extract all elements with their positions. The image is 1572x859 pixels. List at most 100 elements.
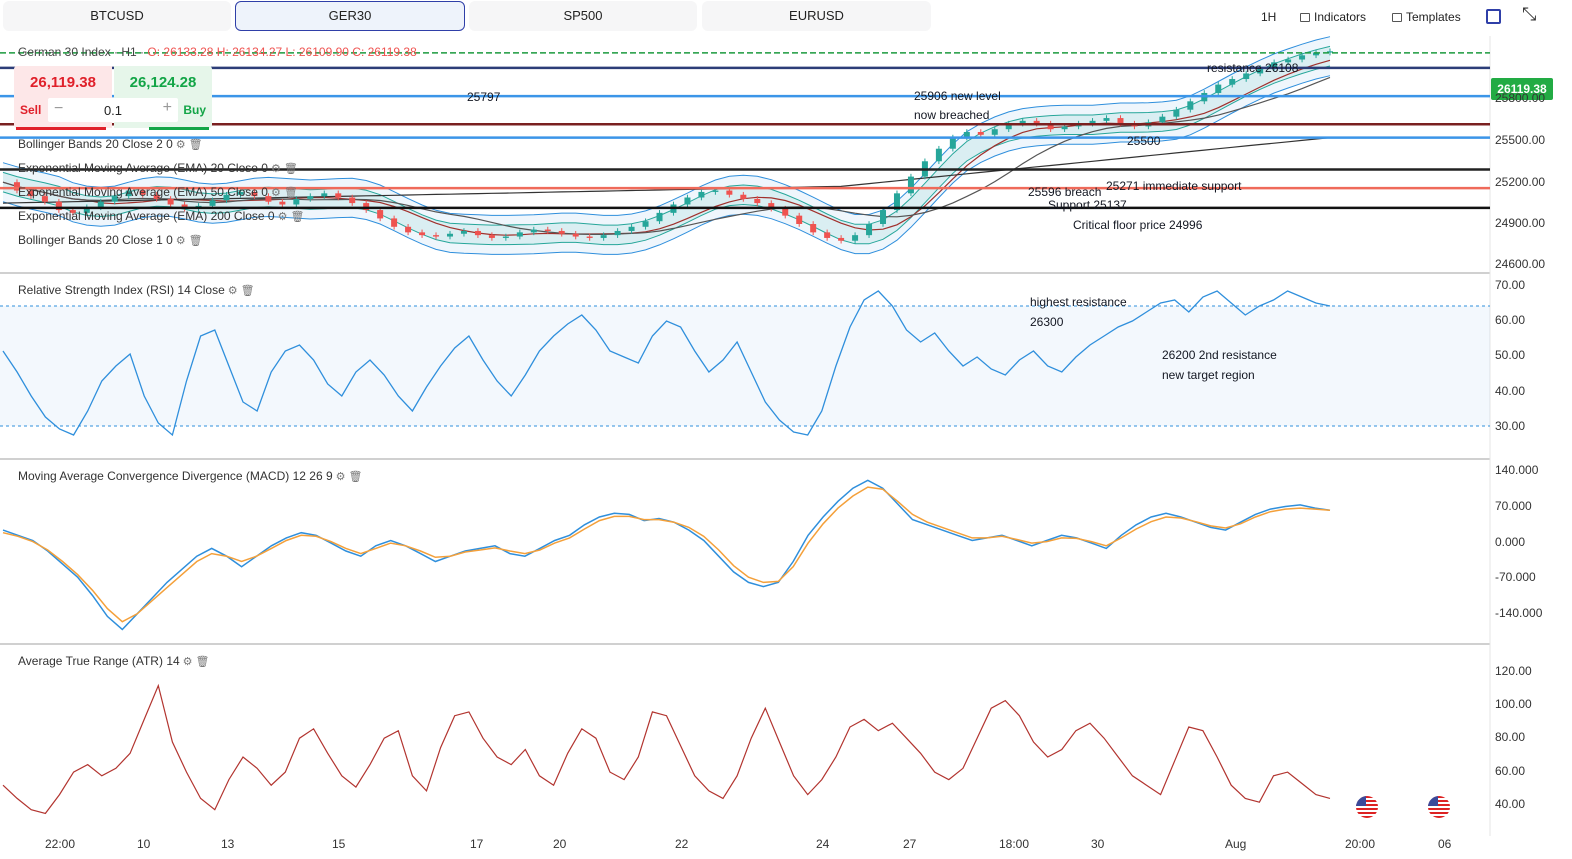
sell-button[interactable]: Sell: [20, 103, 41, 117]
sell-price[interactable]: 26,119.38: [14, 74, 112, 91]
candle-body: [614, 230, 621, 236]
quantity-plus-button[interactable]: +: [163, 99, 172, 117]
delete-icon[interactable]: 🗑: [290, 211, 304, 223]
rsi-axis-label: 50.00: [1495, 348, 1526, 362]
indicator-ema20[interactable]: Exponential Moving Average (EMA) 20 Clos…: [18, 161, 298, 175]
quantity-input[interactable]: 0.1: [48, 103, 178, 118]
indicator-name: Moving Average Convergence Divergence (M…: [18, 469, 290, 483]
tab-btcusd[interactable]: BTCUSD: [3, 1, 231, 31]
settings-icon[interactable]: ⚙: [176, 139, 186, 151]
candle-body: [1173, 109, 1180, 117]
indicator-macd[interactable]: Moving Average Convergence Divergence (M…: [18, 469, 362, 483]
delete-icon[interactable]: 🗑: [189, 139, 203, 151]
candle-body: [209, 200, 216, 206]
atr-line: [2, 683, 1331, 815]
indicator-bb20-2[interactable]: Bollinger Bands 20 Close 2 0 ⚙ 🗑: [18, 137, 203, 151]
annotation-text[interactable]: 26300: [1030, 315, 1063, 329]
annotation-text[interactable]: now breached: [914, 108, 989, 122]
rsi-band-fill: [0, 306, 1490, 426]
settings-icon[interactable]: ⚙: [176, 235, 186, 247]
candle-body: [1117, 118, 1124, 124]
candle-body: [530, 229, 537, 233]
time-axis-label: 17: [470, 837, 484, 851]
indicator-name: Average True Range (ATR): [18, 654, 163, 668]
chart-area[interactable]: German 30 Index · H1 · O: 26133.28 H: 26…: [0, 36, 1572, 859]
indicator-name: Exponential Moving Average (EMA): [18, 185, 208, 199]
annotation-text[interactable]: 25906 new level: [914, 89, 1001, 103]
settings-icon[interactable]: ⚙: [228, 285, 238, 297]
tab-eurusd[interactable]: EURUSD: [702, 1, 931, 31]
annotation-text[interactable]: Critical floor price 24996: [1073, 218, 1202, 232]
annotation-text[interactable]: resistance 26108: [1207, 61, 1298, 75]
candle-body: [1159, 116, 1166, 123]
indicator-params: 14: [166, 654, 180, 668]
tab-ger30[interactable]: GER30: [235, 1, 465, 31]
delete-icon[interactable]: 🗑: [241, 285, 255, 297]
templates-button[interactable]: Templates: [1392, 8, 1461, 26]
candle-body: [698, 191, 705, 198]
candle-body: [796, 215, 803, 224]
candle-body: [419, 232, 426, 236]
delete-icon[interactable]: 🗑: [189, 235, 203, 247]
indicators-button[interactable]: Indicators: [1300, 8, 1366, 26]
candle-body: [1215, 84, 1222, 93]
annotation-text[interactable]: 25596 breach: [1028, 185, 1101, 199]
indicator-params: 14 Close: [177, 283, 225, 297]
candle-body: [446, 233, 453, 237]
candle-body: [1299, 55, 1306, 60]
annotation-text[interactable]: highest resistance: [1030, 295, 1127, 309]
annotation-text[interactable]: new target region: [1162, 368, 1255, 382]
annotation-text[interactable]: 25797: [467, 90, 500, 104]
buy-button[interactable]: Buy: [183, 103, 206, 117]
settings-icon[interactable]: ⚙: [336, 471, 346, 483]
macd-axis-label: 70.000: [1495, 499, 1532, 513]
layers-icon[interactable]: [1486, 9, 1501, 24]
indicator-ema50[interactable]: Exponential Moving Average (EMA) 50 Clos…: [18, 185, 298, 199]
indicators-label: Indicators: [1314, 10, 1367, 24]
candle-body: [824, 232, 831, 238]
annotation-text[interactable]: 26200 2nd resistance: [1162, 348, 1277, 362]
delete-icon[interactable]: 🗑: [196, 656, 210, 668]
us-flag-icon[interactable]: [1428, 796, 1450, 818]
annotation-text[interactable]: Support 25137: [1048, 198, 1127, 212]
indicator-params: 50 Close 0: [210, 185, 268, 199]
time-axis-label: 30: [1091, 837, 1105, 851]
candle-body: [782, 208, 789, 216]
quantity-stepper[interactable]: − 0.1 +: [48, 98, 178, 122]
indicators-icon: [1300, 13, 1310, 22]
buy-price[interactable]: 26,124.28: [114, 74, 212, 91]
settings-icon[interactable]: ⚙: [278, 211, 288, 223]
candle-body: [544, 229, 551, 231]
candle-body: [726, 190, 733, 195]
candle-body: [600, 235, 607, 238]
rsi-axis-label: 40.00: [1495, 384, 1526, 398]
candle-body: [572, 233, 579, 237]
tab-sp500[interactable]: SP500: [469, 1, 697, 31]
settings-icon[interactable]: ⚙: [271, 163, 281, 175]
atr-axis-label: 80.00: [1495, 730, 1526, 744]
candle-body: [684, 197, 691, 205]
collapse-icon[interactable]: ⤡: [1522, 4, 1536, 25]
us-flag-icon[interactable]: [1356, 796, 1378, 818]
candle-body: [810, 224, 817, 233]
candle-body: [866, 224, 873, 236]
chart-canvas[interactable]: [0, 36, 1572, 859]
interval-button[interactable]: 1H: [1261, 8, 1276, 26]
candle-body: [949, 137, 956, 149]
indicator-name: Bollinger Bands: [18, 137, 103, 151]
delete-icon[interactable]: 🗑: [284, 163, 298, 175]
time-axis-label: 20: [553, 837, 567, 851]
candle-body: [321, 193, 328, 197]
indicator-ema200[interactable]: Exponential Moving Average (EMA) 200 Clo…: [18, 209, 304, 223]
settings-icon[interactable]: ⚙: [183, 656, 193, 668]
indicator-rsi[interactable]: Relative Strength Index (RSI) 14 Close ⚙ 🗑: [18, 283, 255, 297]
settings-icon[interactable]: ⚙: [271, 187, 281, 199]
annotation-text[interactable]: 25500: [1127, 134, 1160, 148]
legend-close: C: 26119.38: [352, 45, 417, 59]
delete-icon[interactable]: 🗑: [349, 471, 363, 483]
candle-body: [712, 190, 719, 192]
delete-icon[interactable]: 🗑: [284, 187, 298, 199]
annotation-text[interactable]: 25271 immediate support: [1106, 179, 1241, 193]
indicator-atr[interactable]: Average True Range (ATR) 14 ⚙ 🗑: [18, 654, 210, 668]
indicator-bb20-1[interactable]: Bollinger Bands 20 Close 1 0 ⚙ 🗑: [18, 233, 203, 247]
